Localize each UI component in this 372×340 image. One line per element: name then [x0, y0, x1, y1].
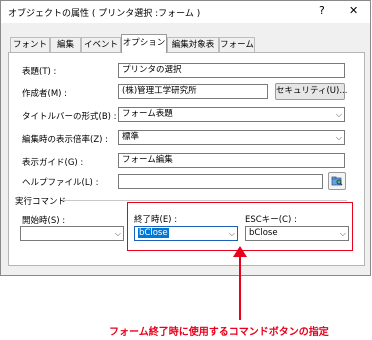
browse-file-button[interactable] — [328, 172, 346, 190]
annotation-text: フォーム終了時に使用するコマンドボタンの指定 — [109, 327, 329, 338]
annotation-arrow — [233, 246, 247, 320]
titlebar-style-label: タイトルバーの形式(B) : — [22, 112, 117, 122]
title-field-label: 表題(T) : — [22, 67, 57, 77]
tab-form[interactable]: フォーム — [219, 37, 255, 52]
help-file-input[interactable] — [118, 174, 323, 189]
title-input[interactable]: プリンタの選択 — [118, 63, 345, 78]
end-label: 終了時(E) : — [134, 215, 178, 225]
zoom-select[interactable]: 標準 ⌵ — [118, 130, 345, 145]
titlebar-style-value: フォーム表題 — [122, 109, 173, 119]
help-button[interactable]: ? — [319, 4, 325, 17]
help-file-label: ヘルプファイル(L) : — [22, 178, 99, 188]
chevron-down-icon: ⌵ — [339, 229, 346, 238]
close-button[interactable]: ✕ — [349, 4, 358, 17]
tab-option[interactable]: オプション — [121, 34, 167, 53]
tab-event[interactable]: イベント — [81, 37, 121, 52]
zoom-label: 編集時の表示倍率(Z) : — [22, 135, 109, 145]
start-label: 開始時(S) : — [22, 216, 66, 226]
security-button[interactable]: セキュリティ(U)... — [275, 83, 347, 100]
title-bar: オブジェクトの属性 ( プリンタ選択 :フォーム ) ? ✕ — [1, 1, 370, 23]
window-title: オブジェクトの属性 ( プリンタ選択 :フォーム ) — [8, 9, 201, 19]
start-command-select[interactable]: ⌵ — [20, 226, 124, 241]
chevron-down-icon: ⌵ — [335, 110, 342, 119]
properties-dialog: オブジェクトの属性 ( プリンタ選択 :フォーム ) ? ✕ フォント 編集 イ… — [0, 0, 371, 276]
titlebar-style-select[interactable]: フォーム表題 ⌵ — [118, 107, 345, 122]
esc-command-select[interactable]: bClose ⌵ — [245, 226, 349, 241]
chevron-down-icon: ⌵ — [228, 229, 235, 238]
group-divider — [64, 200, 347, 201]
esc-label: ESCキー(C) : — [245, 215, 297, 225]
author-input[interactable]: (株)管理工学研究所 — [118, 84, 268, 99]
exec-command-group-label: 実行コマンド — [15, 197, 67, 207]
esc-command-value: bClose — [249, 228, 278, 238]
folder-browse-icon — [331, 176, 343, 186]
guide-input[interactable]: フォーム編集 — [118, 153, 345, 168]
tab-edit-target[interactable]: 編集対象表 — [167, 37, 219, 52]
tab-font[interactable]: フォント — [10, 37, 50, 52]
arrow-head — [233, 246, 247, 257]
guide-label: 表示ガイド(G) : — [22, 158, 84, 168]
chevron-down-icon: ⌵ — [114, 229, 121, 238]
tab-edit[interactable]: 編集 — [50, 37, 81, 52]
end-command-select[interactable]: bClose ⌵ — [134, 226, 238, 241]
chevron-down-icon: ⌵ — [335, 133, 342, 142]
zoom-value: 標準 — [122, 132, 140, 142]
end-command-value: bClose — [138, 228, 169, 238]
author-field-label: 作成者(M) : — [22, 89, 68, 99]
